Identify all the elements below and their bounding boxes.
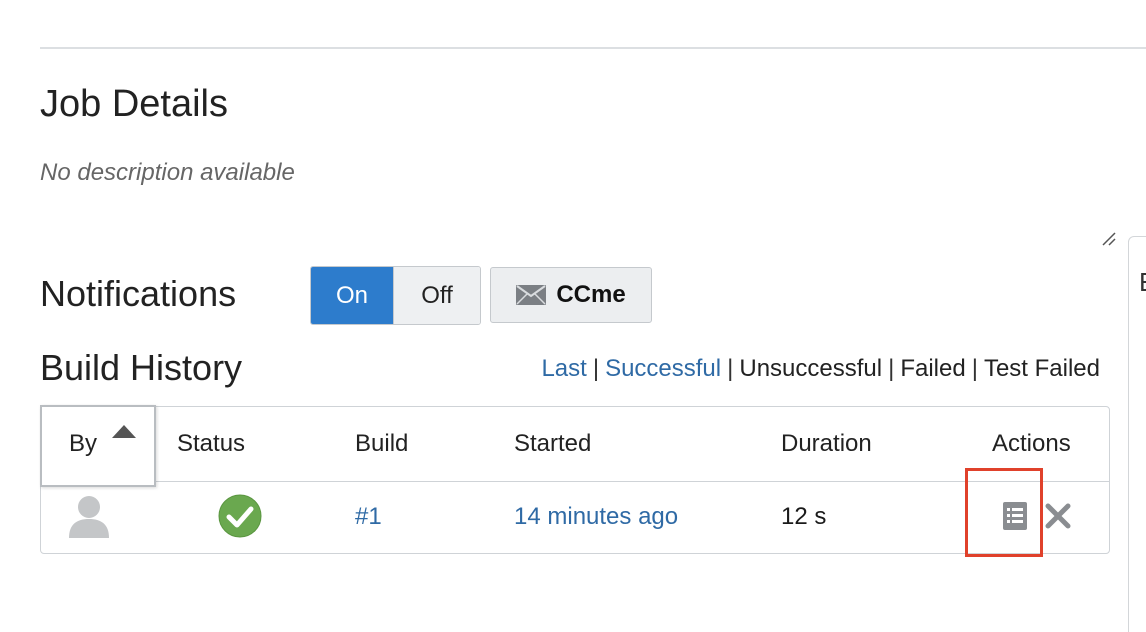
job-page: Job Details No description available E N… bbox=[0, 0, 1146, 632]
sort-ascending-icon bbox=[112, 425, 136, 438]
filter-test-failed-link[interactable]: Test Failed bbox=[984, 355, 1100, 382]
side-panel: E bbox=[1128, 236, 1146, 632]
filter-separator: | bbox=[971, 355, 978, 382]
job-description: No description available bbox=[40, 159, 295, 186]
resize-handle-icon[interactable] bbox=[1100, 230, 1118, 248]
notifications-label: Notifications bbox=[40, 273, 237, 314]
delete-icon[interactable] bbox=[1045, 503, 1071, 529]
table-header: By Status Build Started Duration Actions bbox=[40, 405, 1109, 487]
started-time-link[interactable]: 14 minutes ago bbox=[514, 502, 678, 532]
column-header-started[interactable]: Started bbox=[514, 429, 591, 459]
page-title: Job Details bbox=[40, 83, 228, 125]
column-header-duration[interactable]: Duration bbox=[781, 429, 872, 459]
filter-separator: | bbox=[888, 355, 895, 382]
notifications-on-button[interactable]: On bbox=[311, 267, 393, 324]
build-number-link[interactable]: #1 bbox=[355, 502, 382, 532]
column-header-by-label: By bbox=[69, 430, 98, 457]
duration-value: 12 s bbox=[781, 503, 827, 530]
column-header-by[interactable]: By bbox=[40, 405, 156, 487]
filter-separator: | bbox=[727, 355, 734, 382]
divider bbox=[40, 47, 1146, 49]
highlight-box bbox=[965, 468, 1043, 557]
side-panel-label: E bbox=[1139, 267, 1146, 298]
ccme-label: CCme bbox=[556, 281, 626, 308]
build-filters: Last | Successful | Unsuccessful | Failed | Test… bbox=[541, 354, 1100, 384]
column-header-actions: Actions bbox=[992, 430, 1071, 457]
success-check-icon bbox=[218, 494, 262, 538]
envelope-icon bbox=[516, 285, 547, 305]
table-row: #1 14 minutes ago 12 s bbox=[41, 482, 1109, 552]
filter-successful-link[interactable]: Successful bbox=[605, 355, 721, 382]
notifications-off-button[interactable]: Off bbox=[393, 267, 480, 324]
notifications-toggle: On Off bbox=[310, 266, 481, 325]
build-history-table: By Status Build Started Duration Actions… bbox=[40, 405, 1110, 554]
user-avatar-icon bbox=[69, 496, 109, 538]
column-header-build[interactable]: Build bbox=[355, 429, 408, 459]
filter-last-link[interactable]: Last bbox=[541, 355, 586, 382]
ccme-button[interactable]: CCme bbox=[490, 267, 652, 323]
filter-failed-link[interactable]: Failed bbox=[900, 355, 965, 382]
build-history-label: Build History bbox=[40, 347, 243, 388]
filter-separator: | bbox=[592, 355, 600, 382]
column-header-status[interactable]: Status bbox=[177, 429, 245, 459]
filter-unsuccessful-link[interactable]: Unsuccessful bbox=[739, 355, 882, 382]
